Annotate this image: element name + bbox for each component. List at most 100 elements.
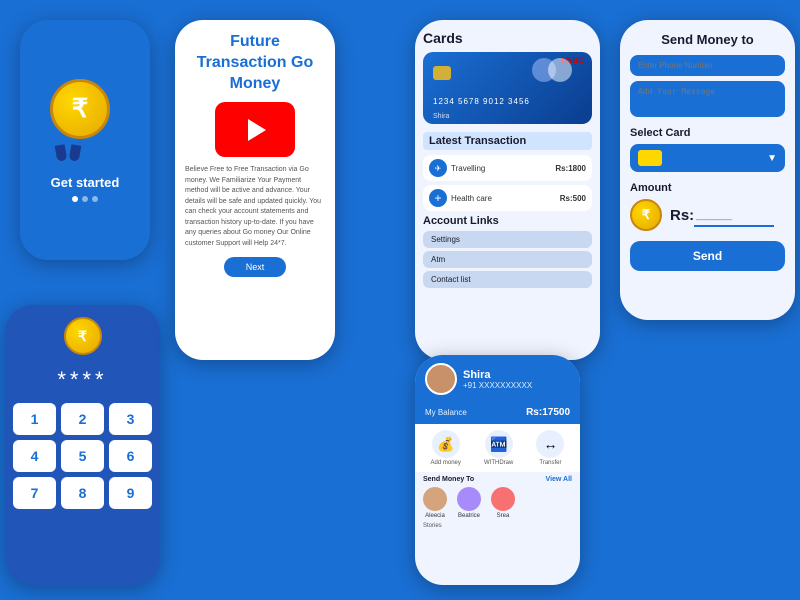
profile-info: Shira +91 XXXXXXXXXX <box>463 369 532 390</box>
atm-link[interactable]: Atm <box>423 251 592 268</box>
phone-get-started: ₹ Get started <box>20 20 150 260</box>
contact-avatar-3 <box>491 487 515 511</box>
card-number: 1234 5678 9012 3456 <box>433 97 530 106</box>
amount-title: Amount <box>630 182 785 194</box>
phone-future-transaction: Future Transaction Go Money Believe Free… <box>175 20 335 360</box>
contact-avatar-2 <box>457 487 481 511</box>
card-chip-icon <box>433 66 451 80</box>
amount-row: ₹ Rs: <box>630 199 785 231</box>
withdraw-icon: 🏧 <box>485 430 513 458</box>
amount-display: Rs: <box>670 203 774 227</box>
phone-number-input[interactable] <box>630 55 785 76</box>
transfer-action[interactable]: ↔ Transfer <box>536 430 564 466</box>
transfer-label: Transfer <box>539 460 561 466</box>
pin-rupee-symbol: ₹ <box>78 328 87 345</box>
contact-item-1[interactable]: Aleecia <box>423 487 447 519</box>
future-description: Believe Free to Free Transaction via Go … <box>185 165 325 249</box>
key-2[interactable]: 2 <box>61 403 104 435</box>
action-icons-row: 💰 Add money 🏧 WITHDraw ↔ Transfer <box>415 424 580 472</box>
play-icon <box>248 119 266 141</box>
stories-section: Stories <box>415 521 580 531</box>
add-money-label: Add money <box>431 460 461 466</box>
tx-name-health: Health care <box>451 194 560 203</box>
contact-name-1: Aleecia <box>425 513 445 519</box>
youtube-play-button[interactable] <box>215 102 295 157</box>
select-card-title: Select Card <box>630 127 785 139</box>
health-icon: + <box>429 189 447 207</box>
send-button[interactable]: Send <box>630 241 785 271</box>
transaction-item-travelling: ✈ Travelling Rs:1800 <box>423 155 592 181</box>
key-8[interactable]: 8 <box>61 477 104 509</box>
amount-rupee-symbol: ₹ <box>642 207 650 223</box>
stories-label: Stories <box>423 523 442 529</box>
phone-cards: Cards HSBC 1234 5678 9012 3456 Shira Lat… <box>415 20 600 360</box>
contacts-row: Aleecia Beatrice Srea <box>423 487 572 519</box>
add-money-action[interactable]: 💰 Add money <box>431 430 461 466</box>
settings-link[interactable]: Settings <box>423 231 592 248</box>
avatar-face <box>427 365 455 393</box>
transaction-item-health: + Health care Rs:500 <box>423 185 592 211</box>
phone-pin: ₹ **** 1 2 3 4 5 6 7 8 9 <box>5 305 160 585</box>
dropdown-arrow-icon: ▼ <box>767 153 777 164</box>
tx-amount-health: Rs:500 <box>560 194 586 203</box>
key-1[interactable]: 1 <box>13 403 56 435</box>
message-input[interactable] <box>630 81 785 117</box>
key-6[interactable]: 6 <box>109 440 152 472</box>
balance-amount: Rs:17500 <box>526 407 570 418</box>
pin-coin-icon: ₹ <box>64 317 102 355</box>
withdraw-label: WITHDraw <box>484 460 513 466</box>
phone-profile: Shira +91 XXXXXXXXXX My Balance Rs:17500… <box>415 355 580 585</box>
amount-coin-icon: ₹ <box>630 199 662 231</box>
progress-dots <box>72 196 98 202</box>
contact-list-link[interactable]: Contact list <box>423 271 592 288</box>
send-money-section: Send Money To View All Aleecia Beatrice … <box>415 472 580 521</box>
withdraw-action[interactable]: 🏧 WITHDraw <box>484 430 513 466</box>
send-money-title: Send Money To <box>423 476 474 483</box>
future-title: Future Transaction Go Money <box>185 32 325 94</box>
key-9[interactable]: 9 <box>109 477 152 509</box>
contact-name-2: Beatrice <box>458 513 480 519</box>
credit-card[interactable]: HSBC 1234 5678 9012 3456 Shira <box>423 52 592 124</box>
contact-item-2[interactable]: Beatrice <box>457 487 481 519</box>
view-all-link[interactable]: View All <box>546 476 572 483</box>
card-logo-circles <box>532 58 572 82</box>
phone-send-money: Send Money to Select Card ▼ Amount ₹ Rs:… <box>620 20 795 320</box>
tx-name-travelling: Travelling <box>451 164 555 173</box>
card-selector[interactable]: ▼ <box>630 144 785 172</box>
card-holder-name: Shira <box>433 113 449 120</box>
dot-2 <box>82 196 88 202</box>
add-money-icon: 💰 <box>432 430 460 458</box>
send-money-header: Send Money to <box>630 32 785 47</box>
key-5[interactable]: 5 <box>61 440 104 472</box>
account-links-title: Account Links <box>423 215 592 227</box>
mini-card-icon <box>638 150 662 166</box>
contact-avatar-1 <box>423 487 447 511</box>
profile-phone: +91 XXXXXXXXXX <box>463 381 532 390</box>
amount-prefix: Rs: <box>670 207 694 224</box>
profile-header: Shira +91 XXXXXXXXXX <box>415 355 580 403</box>
travelling-icon: ✈ <box>429 159 447 177</box>
key-3[interactable]: 3 <box>109 403 152 435</box>
coin-mascot: ₹ <box>50 79 120 149</box>
profile-name: Shira <box>463 369 532 381</box>
tx-amount-travelling: Rs:1800 <box>555 164 586 173</box>
key-4[interactable]: 4 <box>13 440 56 472</box>
balance-row: My Balance Rs:17500 <box>415 403 580 424</box>
keypad: 1 2 3 4 5 6 7 8 9 <box>13 403 152 509</box>
pin-display: **** <box>57 367 107 393</box>
contact-item-3[interactable]: Srea <box>491 487 515 519</box>
dot-3 <box>92 196 98 202</box>
amount-input[interactable] <box>694 203 774 227</box>
transfer-icon: ↔ <box>536 430 564 458</box>
card-circle-right <box>548 58 572 82</box>
rupee-symbol: ₹ <box>72 93 89 124</box>
next-button[interactable]: Next <box>224 257 287 277</box>
balance-label: My Balance <box>425 408 467 417</box>
dot-1 <box>72 196 78 202</box>
get-started-text[interactable]: Get started <box>51 175 120 190</box>
key-7[interactable]: 7 <box>13 477 56 509</box>
cards-title: Cards <box>423 30 592 46</box>
contact-name-3: Srea <box>497 513 510 519</box>
send-section-header: Send Money To View All <box>423 476 572 483</box>
user-avatar <box>425 363 457 395</box>
